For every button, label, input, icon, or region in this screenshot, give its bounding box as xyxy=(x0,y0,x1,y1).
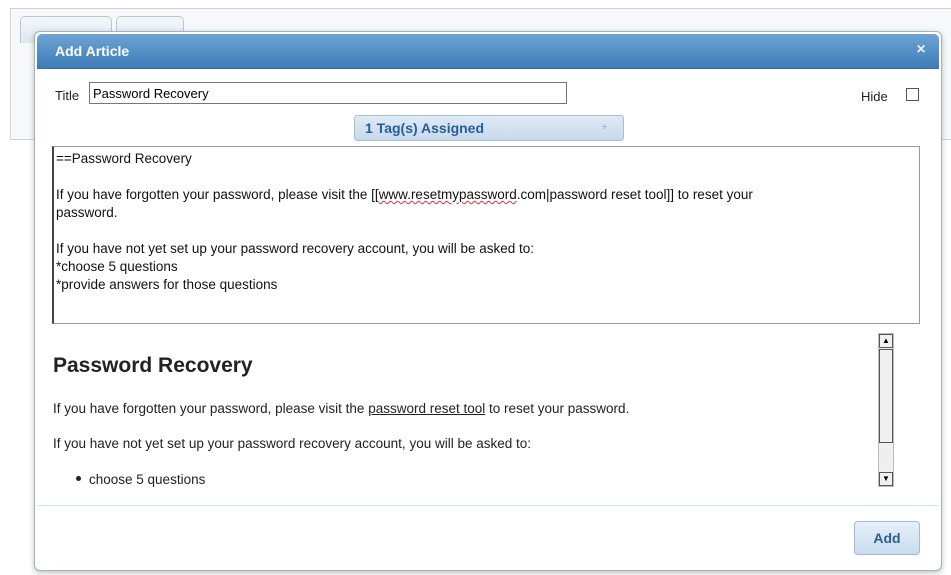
hide-label: Hide xyxy=(861,89,888,104)
footer-divider xyxy=(37,505,939,506)
dialog-title: Add Article xyxy=(55,43,130,59)
close-icon[interactable]: × xyxy=(913,41,929,59)
preview-scrollbar[interactable]: ▲ ▼ xyxy=(878,333,894,487)
editor-line: password. xyxy=(56,205,118,220)
preview-list-item: choose 5 questions xyxy=(76,472,205,487)
tags-dropdown-label: 1 Tag(s) Assigned xyxy=(365,120,485,136)
preview-paragraph: If you have forgotten your password, ple… xyxy=(53,401,630,416)
scroll-down-arrow-icon[interactable]: ▼ xyxy=(879,472,893,486)
tags-dropdown[interactable]: 1 Tag(s) Assigned ÷ xyxy=(354,115,624,141)
password-reset-link[interactable]: password reset tool xyxy=(368,401,485,416)
title-input[interactable] xyxy=(89,82,567,104)
editor-line: If you have not yet set up your password… xyxy=(56,241,535,256)
hide-checkbox[interactable] xyxy=(906,88,919,101)
preview-paragraph: If you have not yet set up your password… xyxy=(53,436,532,451)
article-preview: Password Recovery If you have forgotten … xyxy=(53,332,895,488)
editor-line: ==Password Recovery xyxy=(56,151,192,166)
scrollbar-thumb[interactable] xyxy=(879,349,893,443)
article-markup-editor[interactable]: ==Password Recovery If you have forgotte… xyxy=(52,146,920,324)
add-article-dialog: Add Article × Title Hide 1 Tag(s) Assign… xyxy=(34,31,942,571)
dialog-header: Add Article × xyxy=(37,34,939,69)
editor-line: If you have forgotten your password, ple… xyxy=(56,187,753,202)
preview-heading: Password Recovery xyxy=(53,354,253,377)
dropdown-arrow-icon: ÷ xyxy=(602,122,607,132)
add-button[interactable]: Add xyxy=(854,521,920,555)
misspelled-word: www.resetmypassword xyxy=(378,187,517,202)
scroll-up-arrow-icon[interactable]: ▲ xyxy=(879,334,893,348)
editor-line: *choose 5 questions xyxy=(56,259,178,274)
bullet-icon xyxy=(76,475,81,481)
title-label: Title xyxy=(55,88,80,103)
editor-line: *provide answers for those questions xyxy=(56,277,278,292)
